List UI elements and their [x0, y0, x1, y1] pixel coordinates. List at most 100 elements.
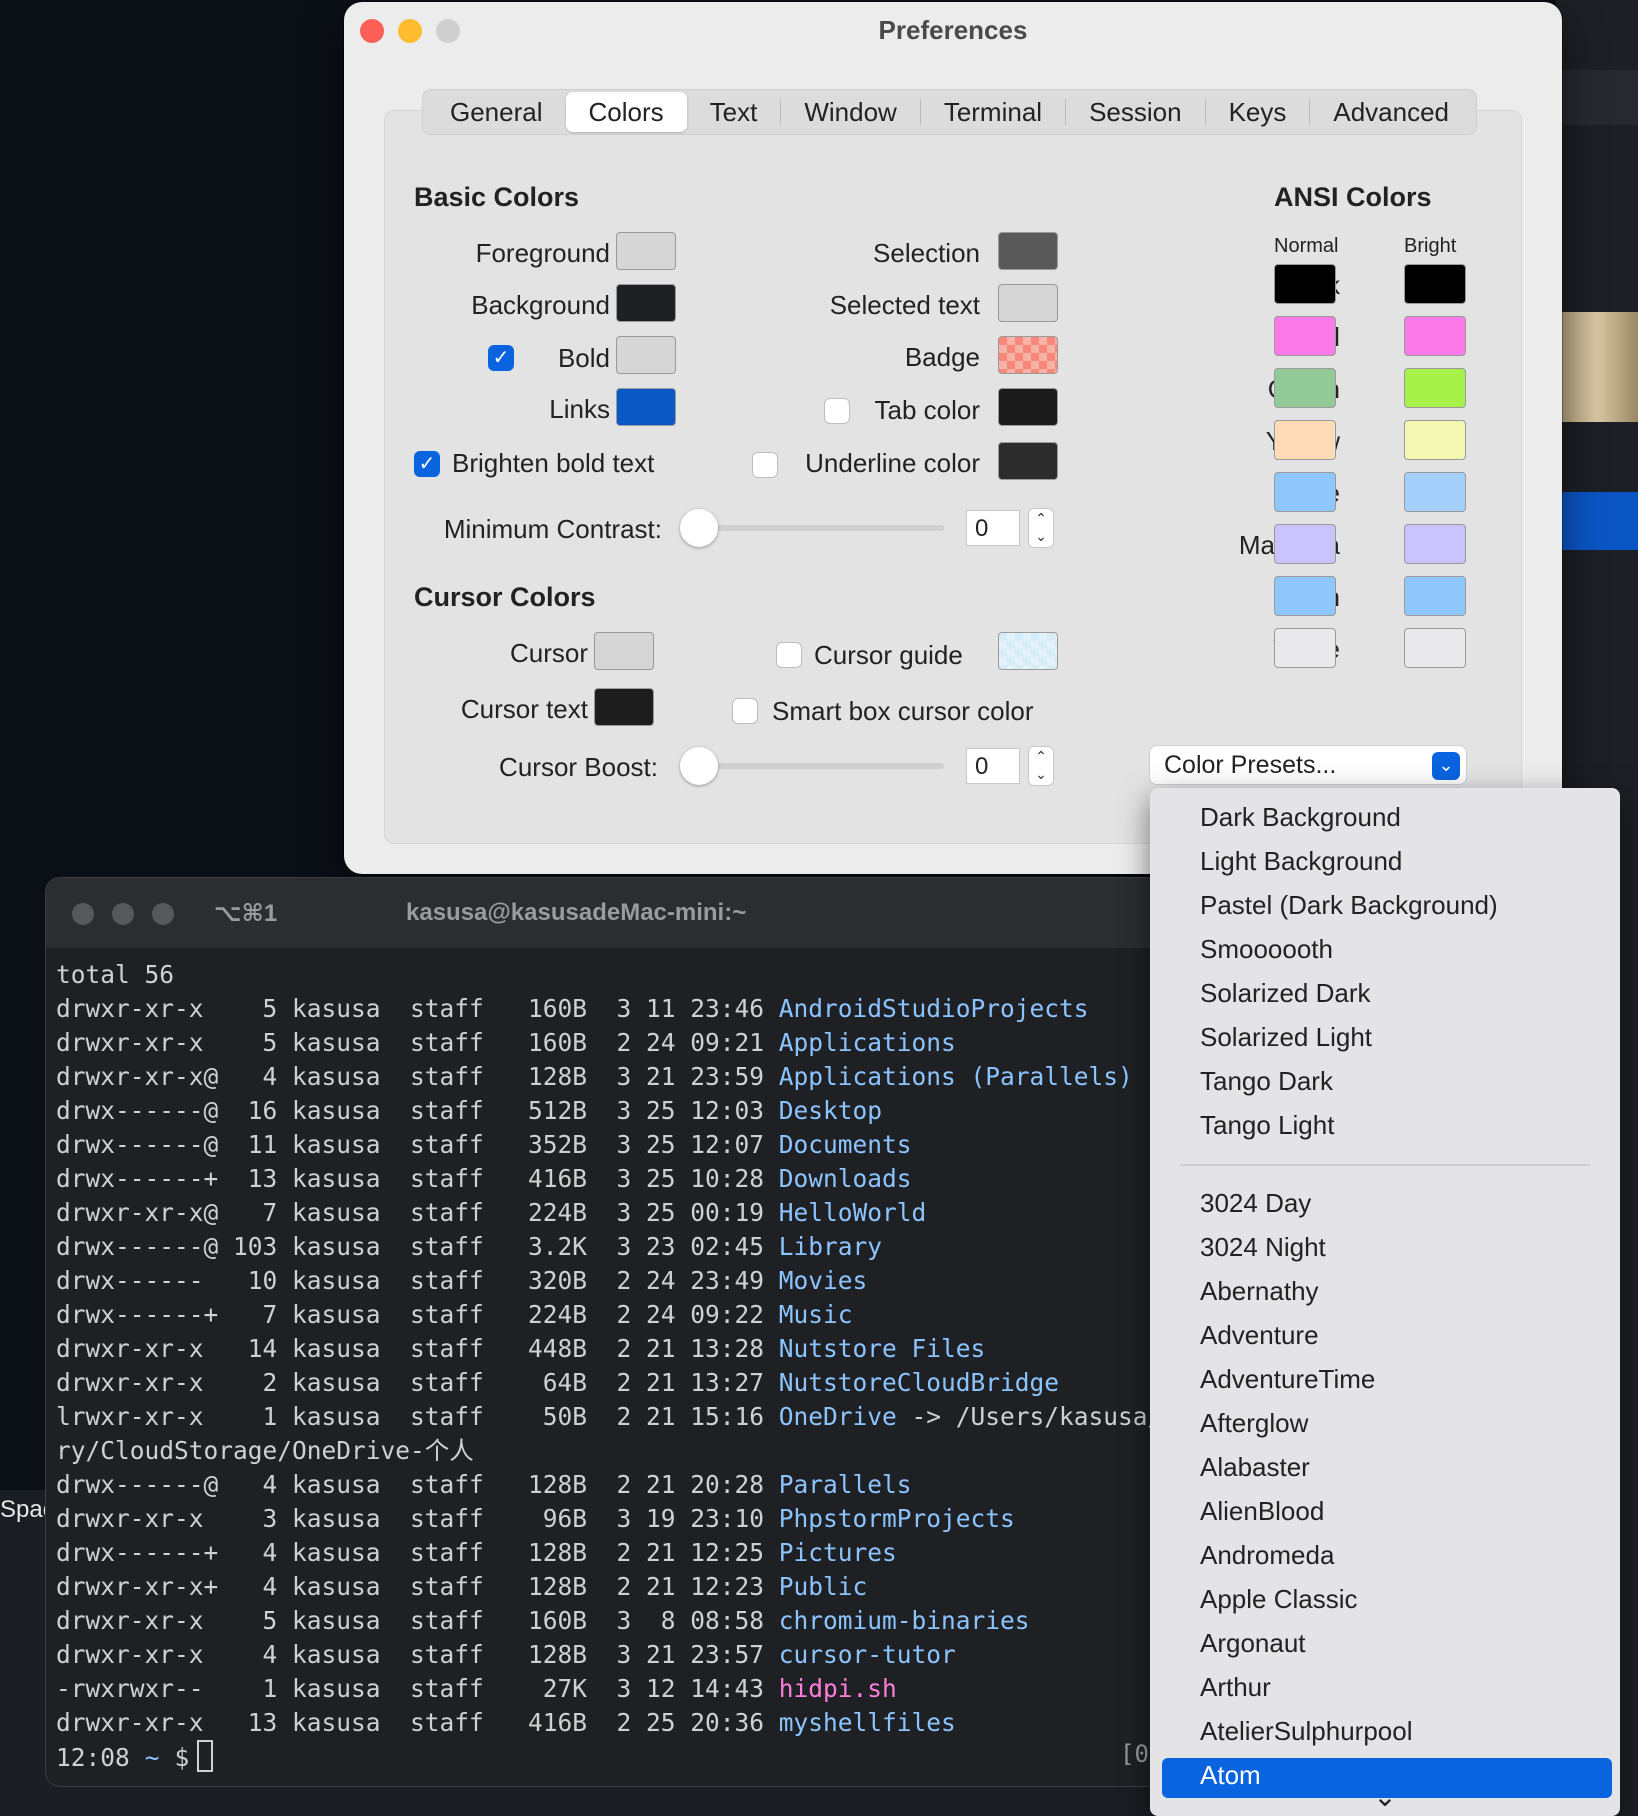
file-info: drwx------+ 7 kasusa staff 224B 2 24 09:… [56, 1300, 779, 1329]
preset-item[interactable]: Alabaster [1200, 1452, 1310, 1483]
ansi-bright-red-well[interactable] [1404, 316, 1466, 356]
minimum-contrast-field[interactable]: 0 [966, 510, 1020, 546]
scroll-down-icon[interactable]: ⌄ [1150, 1780, 1620, 1813]
preset-item[interactable]: Arthur [1200, 1672, 1271, 1703]
ansi-normal-yellow-well[interactable] [1274, 420, 1336, 460]
ansi-normal-red-well[interactable] [1274, 316, 1336, 356]
tab-text[interactable]: Text [687, 92, 781, 132]
background-color-well[interactable] [616, 284, 676, 322]
ansi-normal-blue-well[interactable] [1274, 472, 1336, 512]
preset-item[interactable]: AdventureTime [1200, 1364, 1375, 1395]
cursor-guide-checkbox[interactable] [776, 642, 802, 668]
bold-color-well[interactable] [616, 336, 676, 374]
preset-item[interactable]: AlienBlood [1200, 1496, 1324, 1527]
cursor-color-well[interactable] [594, 632, 654, 670]
minimum-contrast-knob[interactable] [680, 509, 718, 547]
links-color-well[interactable] [616, 388, 676, 426]
bold-label: Bold [557, 343, 610, 373]
tab-advanced[interactable]: Advanced [1310, 92, 1472, 132]
preset-item[interactable]: 3024 Night [1200, 1232, 1326, 1263]
ansi-bright-green-well[interactable] [1404, 368, 1466, 408]
terminal-close-button[interactable] [72, 903, 94, 925]
preset-item[interactable]: Smoooooth [1200, 934, 1333, 965]
tab-keys[interactable]: Keys [1206, 92, 1310, 132]
ansi-bright-black-well[interactable] [1404, 264, 1466, 304]
preset-item[interactable]: Argonaut [1200, 1628, 1306, 1659]
ansi-bright-white-well[interactable] [1404, 628, 1466, 668]
ansi-bright-yellow-well[interactable] [1404, 420, 1466, 460]
brighten-bold-checkbox[interactable]: ✓ [414, 451, 440, 477]
selection-color-well[interactable] [998, 232, 1058, 270]
background-label: Background [471, 290, 610, 320]
color-presets-label: Color Presets... [1164, 751, 1337, 779]
underline-color-well[interactable] [998, 442, 1058, 480]
terminal-line: total 56 [56, 958, 1207, 992]
file-name: HelloWorld [778, 1198, 927, 1227]
preset-item[interactable]: Apple Classic [1200, 1584, 1358, 1615]
file-name: myshellfiles [778, 1708, 956, 1737]
tab-colors[interactable]: Colors [565, 92, 687, 132]
cursor-text-color-well[interactable] [594, 688, 654, 726]
underline-color-checkbox[interactable] [752, 452, 778, 478]
file-name: Documents [778, 1130, 912, 1159]
cursor-boost-slider[interactable] [684, 763, 944, 769]
smart-box-cursor-checkbox[interactable] [732, 698, 758, 724]
tab-color-well[interactable] [998, 388, 1058, 426]
tab-window[interactable]: Window [781, 92, 919, 132]
preset-item[interactable]: Light Background [1200, 846, 1402, 877]
cursor-boost-knob[interactable] [680, 747, 718, 785]
minimum-contrast-stepper[interactable]: ⌃ ⌄ [1028, 508, 1054, 548]
terminal-minimize-button[interactable] [112, 903, 134, 925]
tab-color-checkbox[interactable] [824, 398, 850, 424]
cursor-boost-stepper[interactable]: ⌃ ⌄ [1028, 746, 1054, 786]
terminal-output[interactable]: total 56 drwxr-xr-x 5 kasusa staff 160B 3… [56, 958, 1207, 1775]
file-name: Music [778, 1300, 853, 1329]
preset-item[interactable]: AtelierSulphurpool [1200, 1716, 1412, 1747]
ansi-bright-cyan-well[interactable] [1404, 576, 1466, 616]
tab-terminal[interactable]: Terminal [921, 92, 1065, 132]
file-info: drwxr-xr-x 13 kasusa staff 416B 2 25 20:… [56, 1708, 779, 1737]
file-info: lrwxr-xr-x 1 kasusa staff 50B 2 21 15:16 [56, 1402, 779, 1431]
cursor-text-label: Cursor text [460, 694, 588, 724]
ansi-bright-blue-well[interactable] [1404, 472, 1466, 512]
preset-item[interactable]: Andromeda [1200, 1540, 1334, 1571]
tab-bar: General Colors Text Window Terminal Sess… [422, 89, 1478, 135]
total-line: total 56 [56, 960, 175, 989]
preset-item[interactable]: 3024 Day [1200, 1188, 1311, 1219]
preset-item[interactable]: Solarized Light [1200, 1022, 1372, 1053]
ansi-normal-cyan-well[interactable] [1274, 576, 1336, 616]
ansi-normal-black-well[interactable] [1274, 264, 1336, 304]
cursor-guide-color-well[interactable] [998, 632, 1058, 670]
minimum-contrast-slider[interactable] [684, 525, 944, 531]
preset-item[interactable]: Adventure [1200, 1320, 1319, 1351]
badge-color-well[interactable] [998, 336, 1058, 374]
file-info: drwx------+ 13 kasusa staff 416B 3 25 10… [56, 1164, 779, 1193]
preset-item[interactable]: Afterglow [1200, 1408, 1308, 1439]
terminal-zoom-button[interactable] [152, 903, 174, 925]
preset-item[interactable]: Solarized Dark [1200, 978, 1371, 1009]
preset-item[interactable]: Tango Light [1200, 1110, 1334, 1141]
preset-item[interactable]: Dark Background [1200, 802, 1401, 833]
file-name: Nutstore Files [778, 1334, 986, 1363]
foreground-color-well[interactable] [616, 232, 676, 270]
preset-item[interactable]: Pastel (Dark Background) [1200, 890, 1498, 921]
preset-item[interactable]: Abernathy [1200, 1276, 1319, 1307]
terminal-line: ry/CloudStorage/OneDrive-个人 [56, 1434, 1207, 1468]
ansi-normal-green-well[interactable] [1274, 368, 1336, 408]
title-bar[interactable]: Preferences [344, 2, 1562, 58]
ansi-normal-magenta-well[interactable] [1274, 524, 1336, 564]
ansi-normal-white-well[interactable] [1274, 628, 1336, 668]
tab-color-label: Tab color [874, 395, 981, 425]
terminal-line: drwxr-xr-x 14 kasusa staff 448B 2 21 13:… [56, 1332, 1207, 1366]
tab-general[interactable]: General [427, 92, 566, 132]
bold-checkbox[interactable]: ✓ [488, 345, 514, 371]
preset-item[interactable]: Tango Dark [1200, 1066, 1333, 1097]
color-presets-popup[interactable]: Color Presets... ⌄ [1150, 746, 1466, 784]
terminal-title-bar[interactable]: ⌥⌘1 kasusa@kasusadeMac-mini:~ [46, 878, 1226, 948]
ansi-normal-column-label: Normal [1274, 235, 1339, 257]
basic-colors-heading: Basic Colors [414, 182, 580, 212]
ansi-bright-magenta-well[interactable] [1404, 524, 1466, 564]
selected-text-color-well[interactable] [998, 284, 1058, 322]
cursor-boost-field[interactable]: 0 [966, 748, 1020, 784]
tab-session[interactable]: Session [1066, 92, 1205, 132]
